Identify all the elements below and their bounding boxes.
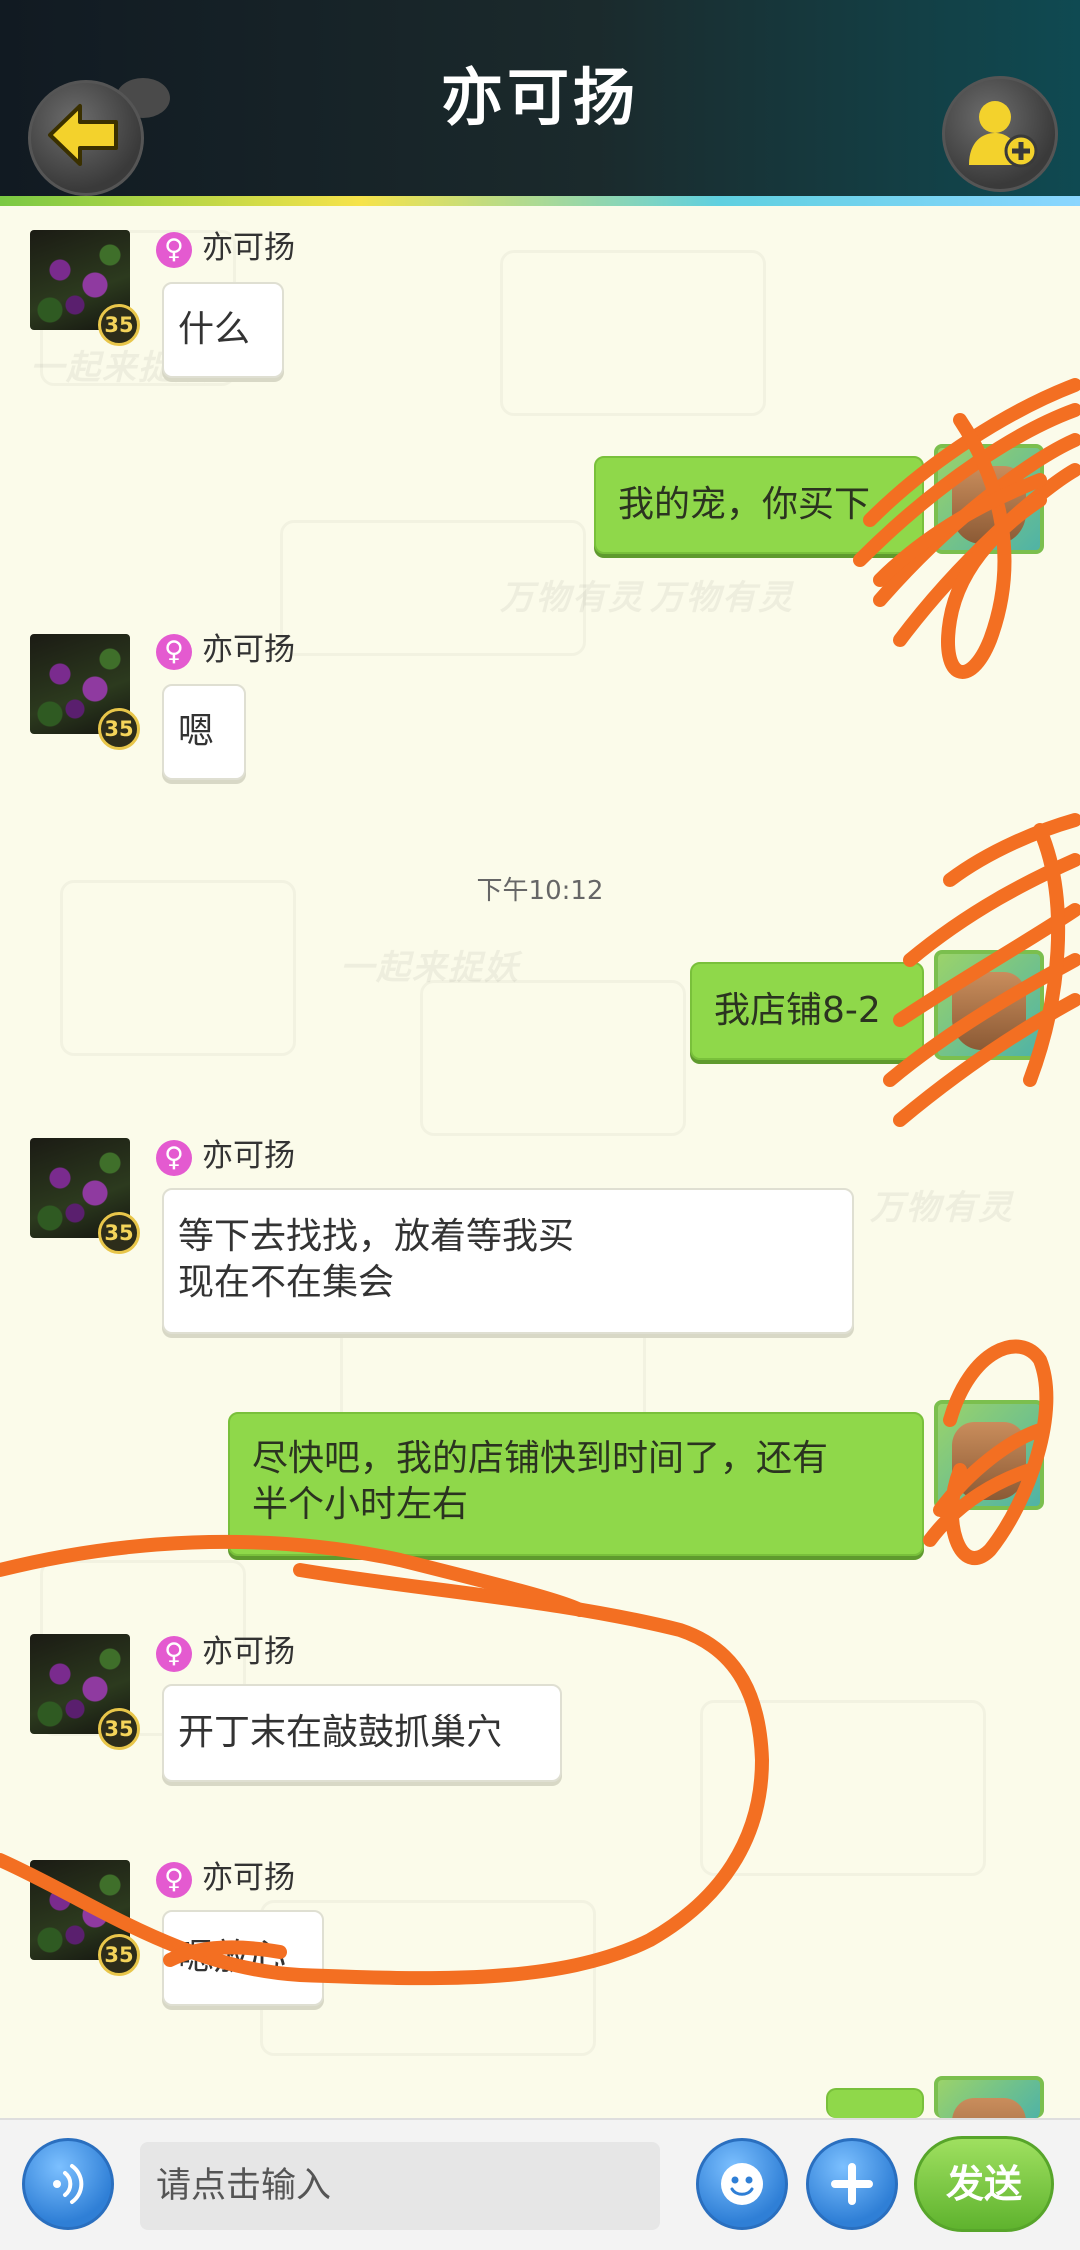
message-bubble[interactable]: 嗯 [162, 684, 246, 780]
send-button[interactable]: 发送 [914, 2136, 1054, 2232]
level-badge: 35 [98, 708, 140, 750]
message-bubble[interactable]: 开丁末在敲鼓抓巢穴 [162, 1684, 562, 1782]
plus-button[interactable] [806, 2138, 898, 2230]
message-bubble[interactable] [826, 2088, 924, 2118]
message-bubble[interactable]: 我的宠，你买下 [594, 456, 924, 554]
voice-button[interactable] [22, 2138, 114, 2230]
female-icon: ♀ [156, 1861, 192, 1898]
sender-name: 亦可扬 [202, 1634, 295, 1670]
message-input[interactable] [140, 2142, 660, 2230]
input-bar: 发送 [0, 2118, 1080, 2250]
message-timestamp: 下午10:12 [476, 876, 604, 906]
sender-name-line: ♀ 亦可扬 [156, 228, 295, 268]
emoji-button[interactable] [696, 2138, 788, 2230]
sender-name: 亦可扬 [202, 230, 295, 266]
female-icon: ♀ [156, 231, 192, 268]
watermark-text: 万物有灵 [650, 578, 794, 618]
level-badge: 35 [98, 1708, 140, 1750]
level-badge: 35 [98, 1934, 140, 1976]
sender-name-line: ♀ 亦可扬 [156, 1632, 295, 1672]
female-icon: ♀ [156, 633, 192, 670]
sender-name: 亦可扬 [202, 1860, 295, 1896]
female-icon: ♀ [156, 1635, 192, 1672]
page-title: 亦可扬 [440, 61, 639, 134]
my-avatar[interactable] [934, 2076, 1044, 2118]
message-bubble[interactable]: 什么 [162, 282, 284, 378]
level-badge: 35 [98, 1212, 140, 1254]
sender-name: 亦可扬 [202, 632, 295, 668]
my-avatar[interactable] [934, 1400, 1044, 1510]
sender-name-line: ♀ 亦可扬 [156, 1136, 295, 1176]
female-icon: ♀ [156, 1139, 192, 1176]
watermark-text: 一起来捉妖 [340, 948, 520, 988]
my-avatar[interactable] [934, 444, 1044, 554]
message-bubble[interactable]: 尽快吧，我的店铺快到时间了，还有 半个小时左右 [228, 1412, 924, 1556]
plus-icon [831, 2163, 873, 2205]
voice-icon [53, 2164, 84, 2204]
message-bubble[interactable]: 嗯放心 [162, 1910, 324, 2006]
add-friend-icon [969, 101, 1038, 168]
watermark-text: 万物有灵 [500, 578, 644, 618]
my-avatar[interactable] [934, 950, 1044, 1060]
watermark-text: 万物有灵 [870, 1188, 1014, 1228]
message-bubble[interactable]: 我店铺8-2 [690, 962, 924, 1060]
chat-header: 亦可扬 [0, 0, 1080, 196]
emoji-icon [721, 2163, 763, 2205]
sender-name: 亦可扬 [202, 1138, 295, 1174]
header-divider [0, 196, 1080, 206]
sender-name-line: ♀ 亦可扬 [156, 630, 295, 670]
sender-name-line: ♀ 亦可扬 [156, 1858, 295, 1898]
message-bubble[interactable]: 等下去找找，放着等我买 现在不在集会 [162, 1188, 854, 1334]
add-friend-button[interactable] [942, 76, 1058, 192]
level-badge: 35 [98, 304, 140, 346]
